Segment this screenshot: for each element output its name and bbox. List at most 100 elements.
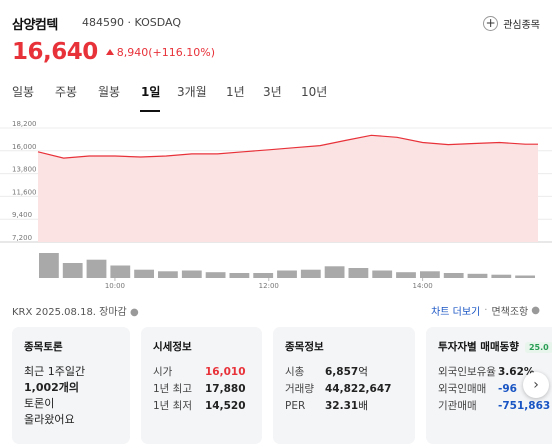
year-high-value: 17,880 [205,383,246,395]
volume-row: 거래량 44,822,647 [285,381,403,398]
volume-value: 44,822,647 [325,383,392,395]
price-area-fill [38,135,538,242]
discussion-line1: 최근 1주일간 [24,365,86,378]
y-tick-label: 13,800 [12,166,37,174]
year-high-row: 1년 최고 17,880 [153,381,250,398]
market-name: KRX [12,307,33,318]
volume-bar [277,270,297,278]
volume-bar [515,275,535,278]
open-price-label: 시가 [153,366,173,378]
open-price-value: 16,010 [205,366,246,378]
tab-3month[interactable]: 3개월 [177,82,207,112]
market-cap-unit: 억 [358,366,368,378]
volume-bar [134,269,154,278]
current-price: 16,640 [12,39,98,65]
volume-bar [181,270,202,278]
price-chart[interactable]: 18,200 16,000 13,800 11,600 9,400 7,200 10:00… [0,118,552,296]
market-info-title: 시세정보 [153,341,192,353]
tab-10year[interactable]: 10년 [301,82,327,112]
discussion-line3: 토론이 [24,397,55,410]
institution-trade-value: -751,863 [498,400,551,412]
period-tabs: 일봉 주봉 월봉 1일 3개월 1년 3년 10년 [0,82,552,112]
investor-trend-title: 투자자별 매매동향 25.0 [438,339,552,354]
year-low-label: 1년 최저 [153,400,192,412]
disclaimer-link[interactable]: 면책조항 [491,303,528,318]
stock-name: 삼양컴텍 [12,18,58,33]
volume-bar [253,273,274,278]
volume-bar [300,269,321,278]
y-tick-label: 9,400 [12,211,32,219]
tab-daily[interactable]: 일봉 [12,82,34,112]
price-change: 8,940(+116.10%) [105,45,215,59]
market-cap-label: 시총 [285,366,305,378]
tab-weekly[interactable]: 주봉 [55,82,77,112]
institution-trade-label: 기관매매 [438,400,477,412]
y-tick-label: 11,600 [12,188,37,196]
volume-bar [205,272,226,278]
plus-icon: + [483,15,499,31]
market-info-card[interactable]: 시세정보 시가 16,010 1년 최고 17,880 1년 최저 14,520 [141,327,262,444]
x-tick-label: 10:00 [105,282,125,290]
price-row: 16,640 8,940(+116.10%) [12,36,215,68]
market-status: KRX 2025.08.18. 장마감 ● [12,303,139,318]
market-cap-value: 6,857 [325,366,359,378]
market-date: 2025.08.18. 장마감 [35,307,127,318]
dot-icon: ● [129,307,139,318]
institution-trade-row: 기관매매 -751,863 [438,398,552,415]
volume-bar [420,271,440,278]
watchlist-label: 관심종목 [503,19,540,31]
per-unit: 배 [358,400,368,412]
investor-trend-title-text: 투자자별 매매동향 [438,341,519,353]
active-tab-indicator [140,110,160,112]
x-tick-label: 12:00 [259,282,279,290]
stock-info-card[interactable]: 종목정보 시총 6,857 억 거래량 44,822,647 PER 32.31 배 [273,327,415,444]
volume-bar [467,273,488,278]
info-cards: 종목토론 최근 1주일간 1,002개의 토론이 올라왔어요 시세정보 시가 1… [12,327,552,444]
per-row: PER 32.31 배 [285,398,403,415]
market-cap-row: 시총 6,857 억 [285,364,403,381]
discussion-title: 종목토론 [24,341,63,353]
price-change-value: 8,940(+116.10%) [116,45,215,59]
add-watchlist-button[interactable]: + 관심종목 [483,12,540,34]
discussion-count: 1,002개의 [24,381,80,394]
foreign-ratio-label: 외국인보유율 [438,366,496,378]
separator-dot: · [484,305,488,316]
per-label: PER [285,400,306,412]
volume-label: 거래량 [285,383,314,395]
y-tick-label: 16,000 [12,143,37,151]
year-low-row: 1년 최저 14,520 [153,398,250,415]
tab-1day[interactable]: 1일 [141,82,160,112]
foreign-trade-label: 외국인매매 [438,383,487,395]
status-row: KRX 2025.08.18. 장마감 ● 차트 더보기 · 면책조항 ● [12,303,540,319]
y-tick-label: 7,200 [12,234,32,242]
volume-bar [348,268,369,278]
foreign-trade-value: -96 [498,383,517,395]
volume-bar [62,263,83,278]
volume-bar [86,259,107,278]
volume-bar [491,274,512,278]
volume-bar [324,266,345,278]
stock-info-title: 종목정보 [285,341,324,353]
status-links: 차트 더보기 · 면책조항 ● [431,303,540,318]
dot-icon: ● [531,305,540,316]
date-badge: 25.0 [524,341,552,353]
year-high-label: 1년 최고 [153,383,192,395]
volume-bar [158,271,178,278]
up-triangle-icon [105,49,114,55]
stock-header: 삼양컴텍 484590 · KOSDAQ + 관심종목 [12,12,540,34]
volume-bar [229,273,250,278]
chevron-right-icon: › [533,377,539,393]
y-tick-label: 18,200 [12,120,37,128]
chart-more-link[interactable]: 차트 더보기 [431,303,480,318]
discussion-line4: 올라왔어요 [24,413,75,426]
volume-bar [372,270,393,278]
x-tick-label: 14:00 [413,282,433,290]
volume-bar [396,272,416,278]
tab-1year[interactable]: 1년 [226,82,245,112]
tab-monthly[interactable]: 월봉 [98,82,120,112]
tab-3year[interactable]: 3년 [263,82,282,112]
discussion-card[interactable]: 종목토론 최근 1주일간 1,002개의 토론이 올라왔어요 [12,327,130,444]
volume-bar [110,265,131,278]
volume-bar [443,273,464,278]
next-card-button[interactable]: › [523,372,549,398]
